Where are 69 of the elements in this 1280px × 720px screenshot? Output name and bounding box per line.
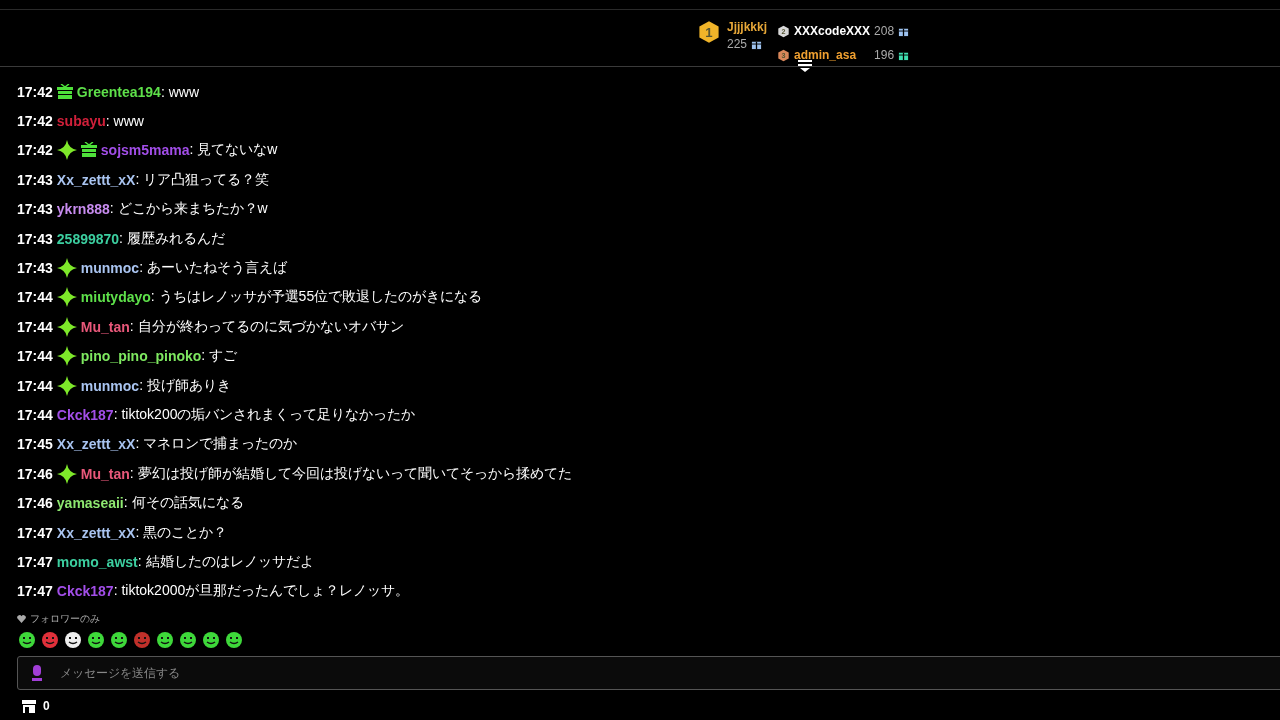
microphone-icon[interactable] [32,665,42,682]
message-text: : 投げ師ありき [139,376,231,395]
collapse-icon[interactable] [798,60,812,72]
message-time: 17:45 [17,436,53,453]
rank-badge: 1 [697,20,721,44]
message-text: : 見てないなw [189,141,278,160]
username[interactable]: sojsm5mama [100,142,190,159]
message-text: : すご [201,347,238,366]
message-time: 17:43 [17,171,53,188]
leader-name: Jjjjkkkj [727,20,768,34]
message-text: : 自分が終わってるのに気づかないオバサン [129,317,404,336]
message-time: 17:43 [17,260,53,277]
message-input[interactable]: メッセージを送信する [17,656,1280,691]
heart-icon [17,615,26,624]
leader-name: admin_asa [794,48,858,62]
leader-score: 225 [727,37,748,51]
username[interactable]: subayu [56,113,106,130]
leader-score: 196 [874,48,895,62]
message-time: 17:47 [17,583,53,600]
message-time: 17:43 [17,230,53,247]
message-text: : 夢幻は投げ師が結婚して今回は投げないって聞いてそっから揉めてた [129,464,572,483]
emote-icon[interactable] [224,630,244,651]
username[interactable]: Mu_tan [80,318,130,335]
emote-icon[interactable] [86,630,106,651]
message-text: : 結婚したのはレノッサだよ [137,552,314,571]
message-text: : 履歴みれるんだ [119,229,225,248]
message-time: 17:46 [17,465,53,482]
message-time: 17:44 [17,377,53,394]
message-time: 17:44 [17,318,53,335]
emote-icon[interactable] [17,630,37,651]
username[interactable]: yamaseaii [56,495,124,512]
message-text: : どこから来まちたか？w [109,200,268,219]
message-text: : tiktok2000が旦那だったんでしょ？レノッサ。 [113,582,410,601]
username[interactable]: momo_awst [56,553,138,570]
message-text: : うちはレノッサが予選55位で敗退したのがきになる [150,288,483,307]
message-text: : リア凸狙ってる？笑 [135,170,270,189]
emote-icon[interactable] [201,630,221,651]
chat-mode-label: フォロワーのみ [30,612,100,627]
username[interactable]: miutydayo [80,289,151,306]
username[interactable]: Ckck187 [56,583,114,600]
emote-icon[interactable] [63,630,83,651]
message-text: : マネロンで捕まったのか [135,435,298,454]
message-text: : あーいたねそう言えば [139,259,287,278]
message-time: 17:44 [17,407,53,423]
emote-icon[interactable] [155,630,175,651]
message-time: 17:44 [17,289,53,306]
message-text: : www [160,83,199,100]
store-count: 0 [43,699,50,714]
message-text: : www [105,113,144,130]
message-time: 17:43 [17,201,53,218]
message-time: 17:42 [17,83,53,100]
emote-icon[interactable] [178,630,198,651]
store-icon[interactable] [22,699,36,713]
leader-name: XXXcodeXXX [794,24,871,38]
username[interactable]: ykrn888 [56,201,110,218]
message-time: 17:47 [17,553,53,570]
message-time: 17:42 [17,113,53,130]
username[interactable]: Greentea194 [76,83,161,100]
message-time: 17:42 [17,142,53,159]
username[interactable]: Mu_tan [80,465,130,482]
username[interactable]: Ckck187 [56,407,114,423]
leader-score: 208 [874,24,895,38]
emote-icon[interactable] [109,630,129,651]
message-text: : 何その話気になる [123,494,244,513]
message-text: : tiktok200の垢バンされまくって足りなかったか [113,406,416,424]
message-time: 17:44 [17,348,53,365]
message-text: : 黒のことか？ [135,523,228,542]
message-time: 17:47 [17,524,53,541]
message-time: 17:46 [17,495,53,512]
